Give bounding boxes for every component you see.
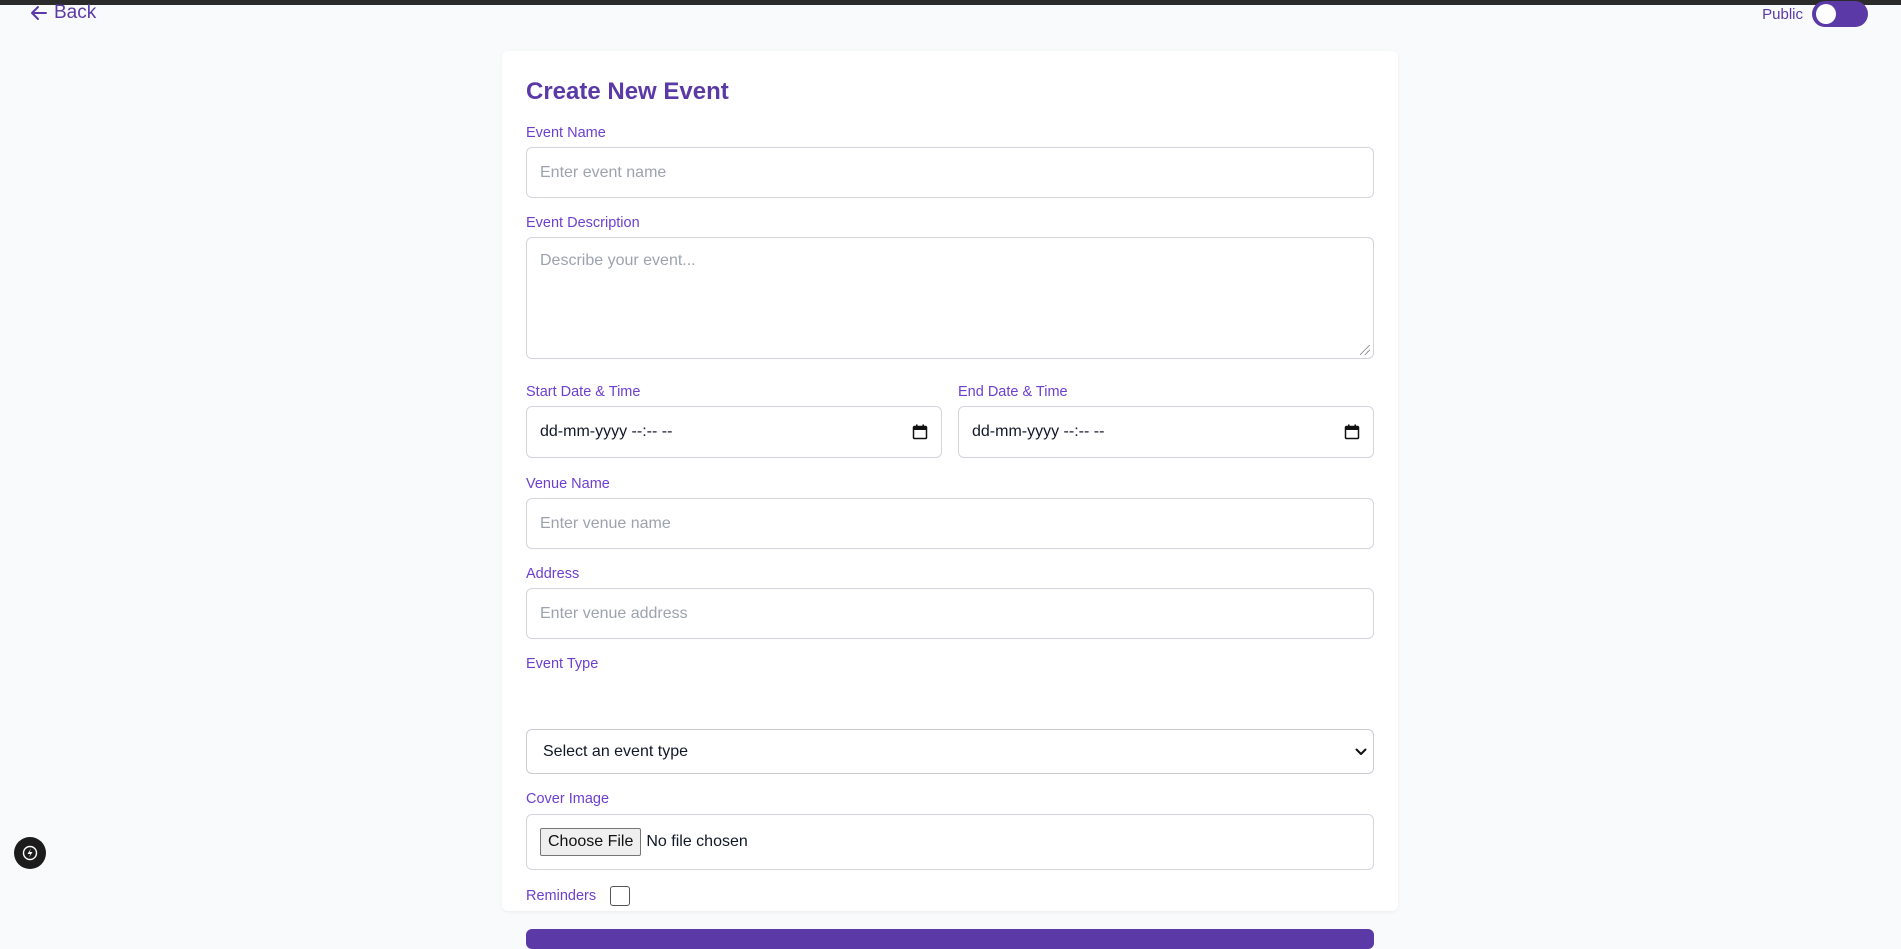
file-status: No file chosen — [646, 833, 748, 850]
choose-file-button[interactable]: Choose File — [540, 828, 642, 856]
end-datetime-label: End Date & Time — [958, 384, 1068, 400]
address-label: Address — [526, 566, 580, 582]
floating-action-button[interactable] — [14, 837, 46, 869]
event-name-input[interactable] — [526, 147, 1374, 198]
event-type-label: Event Type — [526, 656, 599, 672]
end-datetime-input[interactable]: dd-mm-yyyy --:-- -- — [958, 406, 1374, 458]
event-description-textarea[interactable] — [526, 237, 1374, 359]
back-label: Back — [54, 2, 97, 23]
submit-button[interactable] — [526, 929, 1374, 949]
lightning-icon — [22, 845, 38, 861]
chevron-down-icon — [1355, 748, 1367, 755]
browser-top-edge — [0, 0, 1901, 5]
end-datetime-value: dd-mm-yyyy --:-- -- — [972, 423, 1105, 440]
event-name-label: Event Name — [526, 125, 606, 141]
venue-name-label: Venue Name — [526, 476, 610, 492]
visibility-label: Public — [1762, 5, 1803, 23]
page-title: Create New Event — [526, 78, 729, 105]
start-datetime-value: dd-mm-yyyy --:-- -- — [540, 423, 673, 440]
reminders-row: Reminders — [526, 886, 631, 906]
event-description-wrapper — [526, 237, 1374, 359]
event-type-selected: Select an event type — [543, 742, 688, 760]
address-input[interactable] — [526, 588, 1374, 639]
reminders-label: Reminders — [526, 888, 597, 904]
start-datetime-label: Start Date & Time — [526, 384, 641, 400]
visibility-control: Public — [1762, 1, 1868, 27]
event-type-select[interactable]: Select an event type — [526, 729, 1374, 774]
create-event-card: Create New Event Event Name Event Descri… — [502, 51, 1398, 949]
start-datetime-input[interactable]: dd-mm-yyyy --:-- -- — [526, 406, 942, 458]
calendar-icon[interactable] — [1344, 424, 1360, 440]
resize-handle-icon[interactable] — [1360, 345, 1370, 355]
arrow-left-icon — [31, 6, 47, 20]
calendar-icon[interactable] — [912, 424, 928, 440]
event-description-label: Event Description — [526, 215, 640, 231]
toggle-knob — [1816, 4, 1836, 24]
reminders-checkbox[interactable] — [610, 886, 631, 906]
back-link[interactable]: Back — [30, 2, 96, 24]
venue-name-input[interactable] — [526, 498, 1374, 549]
cover-image-label: Cover Image — [526, 791, 610, 807]
public-toggle[interactable] — [1812, 1, 1868, 27]
cover-image-input: Choose File No file chosen — [526, 814, 1374, 870]
